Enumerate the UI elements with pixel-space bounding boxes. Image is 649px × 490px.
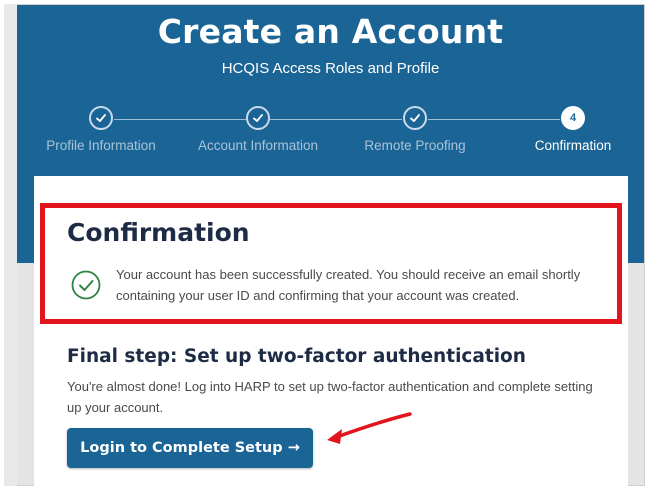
confirmation-message: Your account has been successfully creat…: [116, 267, 581, 303]
step-2-indicator: [246, 106, 270, 130]
step-label-profile-information: Profile Information: [46, 138, 156, 153]
check-icon: [253, 114, 263, 122]
step-label-remote-proofing: Remote Proofing: [364, 138, 466, 153]
red-arrow-annotation: [327, 412, 412, 444]
step-1-indicator: [89, 106, 113, 130]
check-icon: [96, 114, 106, 122]
page-title: Create an Account: [157, 12, 504, 51]
left-margin: [4, 4, 17, 486]
confirmation-panel: Confirmation Your account has been succe…: [40, 203, 622, 324]
step-4-indicator: 4: [561, 106, 585, 130]
check-icon: [410, 114, 420, 122]
step-3-indicator: [403, 106, 427, 130]
stepper-connector: [428, 119, 560, 120]
confirmation-heading: Confirmation: [67, 218, 250, 247]
check-circle-icon: [71, 270, 101, 300]
step-label-confirmation: Confirmation: [534, 138, 612, 153]
page-subtitle: HCQIS Access Roles and Profile: [221, 60, 440, 77]
stepper-connector: [270, 119, 402, 120]
final-step-heading: Final step: Set up two-factor authentica…: [67, 346, 526, 367]
step-label-account-information: Account Information: [197, 138, 319, 153]
stepper-connector: [114, 119, 246, 120]
login-complete-setup-button[interactable]: Login to Complete Setup →: [67, 428, 313, 468]
